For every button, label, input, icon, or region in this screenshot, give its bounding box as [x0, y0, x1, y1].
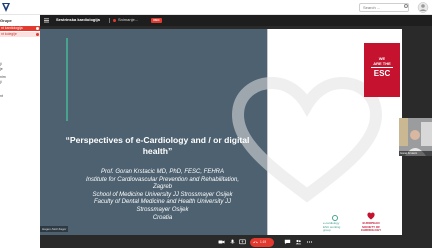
esc-heart-logo-icon [367, 212, 375, 220]
phone-hangup-icon [253, 241, 258, 244]
app-logo-icon[interactable] [2, 3, 10, 12]
esc-badge-we: WE [378, 56, 386, 61]
recording-dot-icon [113, 19, 116, 22]
meeting-header: Sestrinska kardiologija Snimanje... REC [40, 15, 432, 26]
sidebar-link[interactable]: ji [0, 62, 2, 66]
menu-icon[interactable] [44, 18, 49, 23]
slide-accent-bar [66, 38, 68, 121]
meeting-window: Sestrinska kardiologija Snimanje... REC … [40, 15, 432, 248]
esc-badge: WE ARE THE ESC [364, 43, 400, 97]
sidebar-link[interactable]: nt [0, 94, 3, 98]
unread-badge [36, 27, 39, 30]
share-screen-icon[interactable] [239, 239, 246, 245]
slide-body: Prof. Goran Krstacic MD, PhD, FESC, FEHR… [45, 169, 280, 222]
esc-logo: EUROPEAN SOCIETY OF CARDIOLOGY [356, 212, 386, 234]
sidebar-item-label: nt kolegije [1, 32, 17, 36]
sidebar-item-1[interactable]: nt kolegije [0, 32, 40, 37]
sidebar-link[interactable]: ji [0, 80, 2, 84]
sidebar: Grupe nt kardiologija nt kolegije ji je … [0, 15, 40, 248]
slide-body-line: Institute for Cardiovascular Prevention … [85, 176, 240, 183]
video-camera-icon[interactable] [218, 239, 225, 245]
e-cardiology-logo-subtext: ESC working group [323, 224, 341, 232]
more-options-icon[interactable] [306, 239, 313, 245]
user-avatar-icon[interactable] [417, 2, 429, 13]
slide-body-line: Strossmayer Osijek [136, 206, 189, 213]
e-cardiology-logo: e-cardiology ESC working group [323, 215, 347, 233]
shared-presentation: “Perspectives of e-Cardiology and / or d… [40, 29, 402, 235]
slide-body-line: Zagreb [152, 184, 172, 191]
participant-video-tile[interactable]: Goran Krstacic [399, 118, 432, 156]
unread-badge [36, 33, 39, 36]
call-duration: 1:19 [260, 239, 267, 244]
meeting-title: Sestrinska kardiologija [56, 17, 100, 22]
header-divider [109, 18, 110, 23]
esc-logo-text: EUROPEAN SOCIETY OF CARDIOLOGY [360, 221, 382, 233]
esc-badge-rule [371, 67, 393, 68]
participants-icon[interactable] [295, 239, 302, 245]
recording-badge: REC [151, 17, 162, 23]
slide-body-line: Prof. Goran Krstacic MD, PhD, FESC, FEHR… [100, 169, 225, 175]
esc-badge-are-the: ARE THE [373, 61, 391, 66]
chat-icon[interactable] [284, 239, 291, 245]
sidebar-item-label: nt kardiologija [1, 26, 23, 30]
call-controls-bar: 1:19 [40, 236, 432, 248]
slide-title: “Perspectives of e-Cardiology and / or d… [65, 135, 250, 156]
sidebar-title: Grupe [0, 18, 12, 23]
slide-body-line: Faculty of Dental Medicine and Health Un… [93, 199, 232, 206]
recording-status: Snimanje... [118, 17, 139, 22]
search-input[interactable]: Search ... [359, 3, 409, 12]
search-icon[interactable] [404, 4, 408, 8]
sidebar-link[interactable]: nim [0, 75, 6, 79]
sidebar-link[interactable]: je [0, 67, 3, 71]
participant-name: Goran Krstacic [399, 151, 432, 156]
esc-badge-esc: ESC [373, 68, 391, 78]
slide-body-line: School of Medicine University JJ Strossm… [92, 191, 233, 198]
top-bar: Search ... [0, 0, 432, 15]
slide-body-line: Croatia [152, 214, 173, 221]
leave-call-button[interactable]: 1:19 [250, 237, 274, 247]
microphone-icon[interactable] [229, 239, 236, 245]
presenter-label: Hagen-Stoll Zagor [40, 226, 69, 232]
sidebar-item-0[interactable]: nt kardiologija [0, 26, 40, 31]
